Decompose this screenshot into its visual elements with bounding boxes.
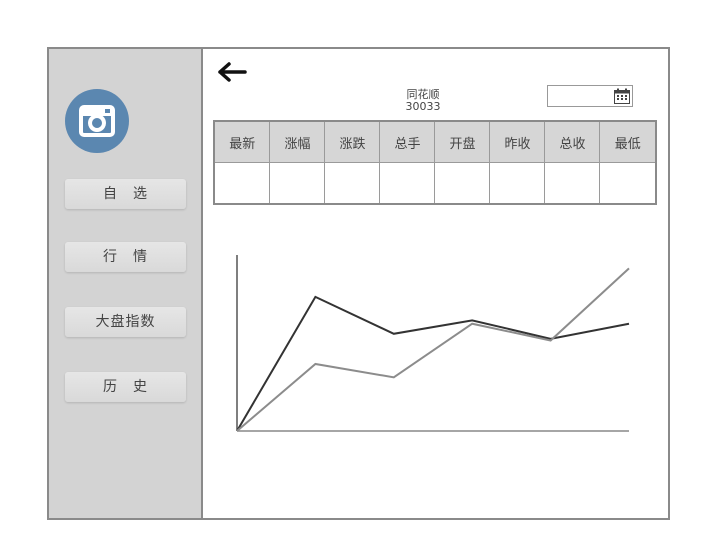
column-header: 总手 [379, 120, 436, 163]
table-cell [324, 162, 381, 205]
table-cell [489, 162, 546, 205]
date-picker-input[interactable] [547, 85, 633, 107]
table-cell [213, 162, 271, 205]
column-header: 总收 [544, 120, 601, 163]
table-cell [434, 162, 491, 205]
nav-history-button[interactable]: 历 史 [65, 372, 186, 402]
stock-title: 同花顺 30033 [373, 89, 473, 113]
sidebar: 自 选 行 情 大盘指数 历 史 [49, 49, 203, 518]
quote-table: 最新 涨幅 涨跌 总手 开盘 昨收 总收 最低 [213, 120, 657, 205]
arrow-left-icon[interactable] [217, 59, 247, 89]
nav-market-button[interactable]: 行 情 [65, 242, 186, 272]
column-header: 最新 [213, 120, 271, 163]
stock-code: 30033 [405, 100, 441, 113]
nav-index-button[interactable]: 大盘指数 [65, 307, 186, 337]
column-header: 涨跌 [324, 120, 381, 163]
table-cell [544, 162, 601, 205]
avatar[interactable] [65, 89, 129, 153]
app-window: 自 选 行 情 大盘指数 历 史 同花顺 30033 最新 涨幅 涨跌 总手 开… [47, 47, 670, 520]
calendar-icon[interactable] [614, 88, 630, 104]
column-header: 最低 [599, 120, 657, 163]
series-line-2 [236, 267, 630, 432]
nav-watchlist-button[interactable]: 自 选 [65, 179, 186, 209]
main-panel: 同花顺 30033 最新 涨幅 涨跌 总手 开盘 昨收 总收 最低 [203, 49, 668, 518]
table-cell [599, 162, 657, 205]
table-row [213, 162, 657, 205]
series-line-1 [236, 295, 630, 432]
column-header: 开盘 [434, 120, 491, 163]
table-cell [269, 162, 326, 205]
table-cell [379, 162, 436, 205]
column-header: 昨收 [489, 120, 546, 163]
table-header-row: 最新 涨幅 涨跌 总手 开盘 昨收 总收 最低 [213, 120, 657, 163]
camera-icon [79, 105, 115, 137]
column-header: 涨幅 [269, 120, 326, 163]
price-line-chart [236, 255, 630, 432]
